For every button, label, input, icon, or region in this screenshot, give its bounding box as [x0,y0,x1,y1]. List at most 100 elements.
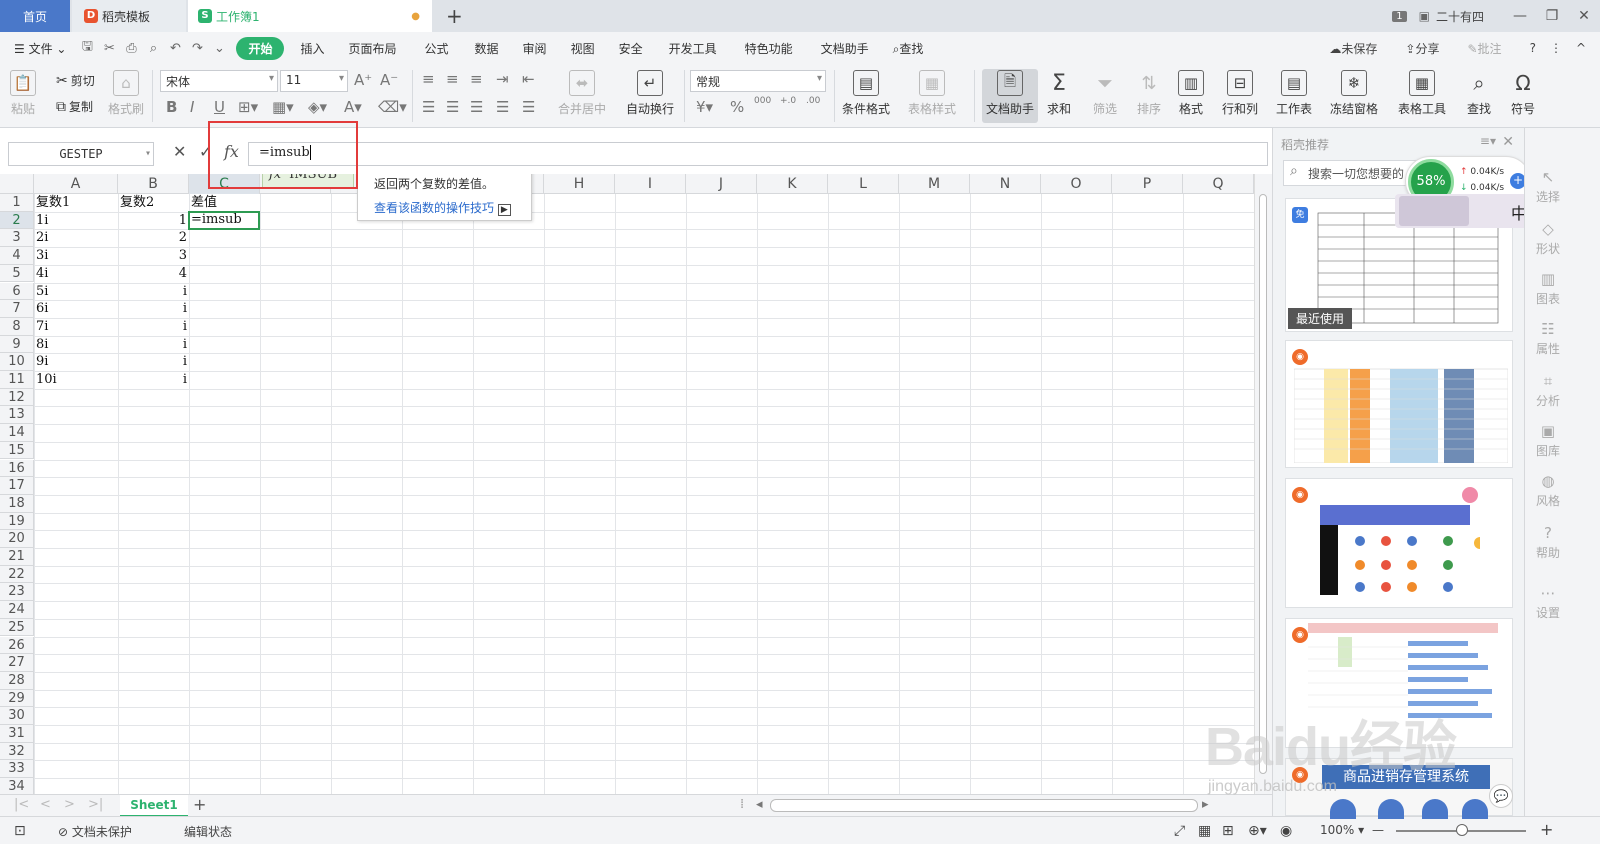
cell-a7[interactable]: 6i [36,300,116,318]
bold-icon[interactable]: B [166,98,177,116]
row-header-24[interactable]: 24 [0,601,34,619]
column-header-b[interactable]: B [118,174,189,194]
menu-features[interactable]: 特色功能 [731,40,807,57]
row-header-16[interactable]: 16 [0,459,34,478]
strip-settings[interactable]: ⋯ 设置 [1525,584,1571,621]
menu-data[interactable]: 数据 [463,40,511,57]
doc-protect-status[interactable]: ⊘ 文档未保护 [58,823,132,840]
normal-view-icon[interactable]: ▦ [1198,823,1211,839]
cell-b10[interactable]: i [120,353,187,371]
row-header-1[interactable]: 1 [0,194,34,212]
sum-button[interactable]: Σ 求和 [1046,70,1072,117]
decrease-decimal-button[interactable]: .00 [806,96,820,106]
pane-close-icon[interactable]: ✕ [1502,134,1514,150]
user-avatar[interactable]: ▣ [1419,9,1430,23]
cell-b6[interactable]: i [120,283,187,301]
row-header-9[interactable]: 9 [0,335,34,354]
sort-button[interactable]: ⇅ 排序 [1136,70,1162,117]
row-header-22[interactable]: 22 [0,565,34,584]
close-window-button[interactable]: ✕ [1568,8,1600,24]
align-middle-icon[interactable]: ≡ [446,70,459,88]
strip-style[interactable]: ◍ 风格 [1525,472,1571,509]
menu-review[interactable]: 审阅 [511,40,559,57]
header-cell-3[interactable]: 差值 [191,194,258,212]
cell-a6[interactable]: 5i [36,283,116,301]
zoom-out-button[interactable]: — [1372,823,1384,837]
font-size-select[interactable]: 11 [280,70,348,92]
increase-decimal-button[interactable]: +.0 [780,96,796,106]
column-header-a[interactable]: A [34,174,118,194]
pane-menu-icon[interactable]: ≡▾ [1480,134,1496,148]
file-menu[interactable]: ☰ 文件 ⌄ [0,40,76,57]
format-button[interactable]: ▥ 格式 [1178,70,1204,117]
doc-assistant-button[interactable]: 🗎 文档助手 [986,70,1034,117]
row-header-13[interactable]: 13 [0,406,34,425]
save-icon[interactable]: 🖫 [76,37,98,59]
vertical-scroll-thumb[interactable] [1259,194,1267,774]
right-edge-scrollbar[interactable] [1570,128,1600,816]
rows-cols-button[interactable]: ⊟ 行和列 [1222,70,1258,117]
align-top-icon[interactable]: ≡ [422,70,435,88]
row-header-31[interactable]: 31 [0,725,34,743]
font-grow-icon[interactable]: A⁺ [354,71,372,89]
align-left-icon[interactable]: ☰ [422,98,435,116]
cell-a5[interactable]: 4i [36,265,116,283]
eye-protect-icon[interactable]: ◉ [1280,823,1292,839]
cell-b3[interactable]: 2 [120,229,187,247]
thousands-button[interactable]: 000 [754,96,771,106]
row-header-33[interactable]: 33 [0,760,34,779]
cell-a10[interactable]: 9i [36,353,116,371]
worksheet-button[interactable]: ▤ 工作表 [1276,70,1312,117]
wrap-text-button[interactable]: ↵ 自动换行 [626,70,674,117]
cloud-unsaved[interactable]: ☁未保存 [1329,40,1391,57]
comment-button[interactable]: ✎批注 [1467,40,1515,57]
user-name[interactable]: 二十有四 [1436,8,1484,25]
indent-icon[interactable]: ⇥ [496,70,509,88]
row-header-17[interactable]: 17 [0,477,34,495]
row-header-26[interactable]: 26 [0,636,34,655]
active-cell-editor[interactable]: =imsub [188,211,260,230]
row-header-32[interactable]: 32 [0,742,34,761]
row-header-19[interactable]: 19 [0,512,34,531]
row-header-25[interactable]: 25 [0,618,34,637]
macro-icon[interactable]: ⊡ [14,823,26,839]
column-header-q[interactable]: Q [1183,174,1254,194]
cell-b4[interactable]: 3 [120,247,187,265]
column-header-p[interactable]: P [1112,174,1183,194]
minimize-button[interactable]: — [1504,8,1536,24]
preview-icon[interactable]: ⌕ [142,41,164,56]
menu-developer[interactable]: 开发工具 [655,40,731,57]
spreadsheet-grid[interactable]: ABCDEFGHIJKLMNOPQ 1234567891011121314151… [0,174,1254,794]
row-header-34[interactable]: 34 [0,778,34,794]
customize-icon[interactable]: ⌄ [208,41,230,56]
percent-button[interactable]: % [730,98,744,116]
row-header-27[interactable]: 27 [0,654,34,672]
font-color-icon[interactable]: A▾ [344,98,362,116]
print-icon[interactable]: ⎙ [120,41,142,56]
row-header-18[interactable]: 18 [0,494,34,513]
number-format-select[interactable]: 常规 [690,70,826,92]
currency-icon[interactable]: ¥▾ [696,98,713,116]
cell-b7[interactable]: i [120,300,187,318]
page-break-view-icon[interactable]: ⊞ [1222,823,1234,839]
maximize-button[interactable]: ❐ [1536,8,1568,24]
copy-button[interactable]: ⧉ 复制 [56,98,93,115]
last-sheet-icon[interactable]: >| [88,797,103,812]
row-header-11[interactable]: 11 [0,371,34,389]
freeze-panes-button[interactable]: ❄ 冻结窗格 [1330,70,1378,117]
cell-a4[interactable]: 3i [36,247,116,265]
row-header-20[interactable]: 20 [0,530,34,548]
align-bottom-icon[interactable]: ≡ [470,70,483,88]
cancel-icon[interactable]: ✕ [173,142,186,161]
strip-analysis[interactable]: ⌗ 分析 [1525,372,1571,409]
name-box[interactable]: GESTEP [8,142,154,166]
menu-security[interactable]: 安全 [607,40,655,57]
border-icon[interactable]: ⊞▾ [238,98,258,116]
column-header-l[interactable]: L [828,174,899,194]
horizontal-scrollbar[interactable] [770,799,1198,812]
fill-color-icon[interactable]: ◈▾ [308,98,327,116]
sheet-tab-sheet1[interactable]: Sheet1 [120,795,188,817]
strip-gallery[interactable]: ▣ 图库 [1525,422,1571,459]
outdent-icon[interactable]: ⇤ [522,70,535,88]
new-tab-button[interactable]: + [446,4,463,28]
